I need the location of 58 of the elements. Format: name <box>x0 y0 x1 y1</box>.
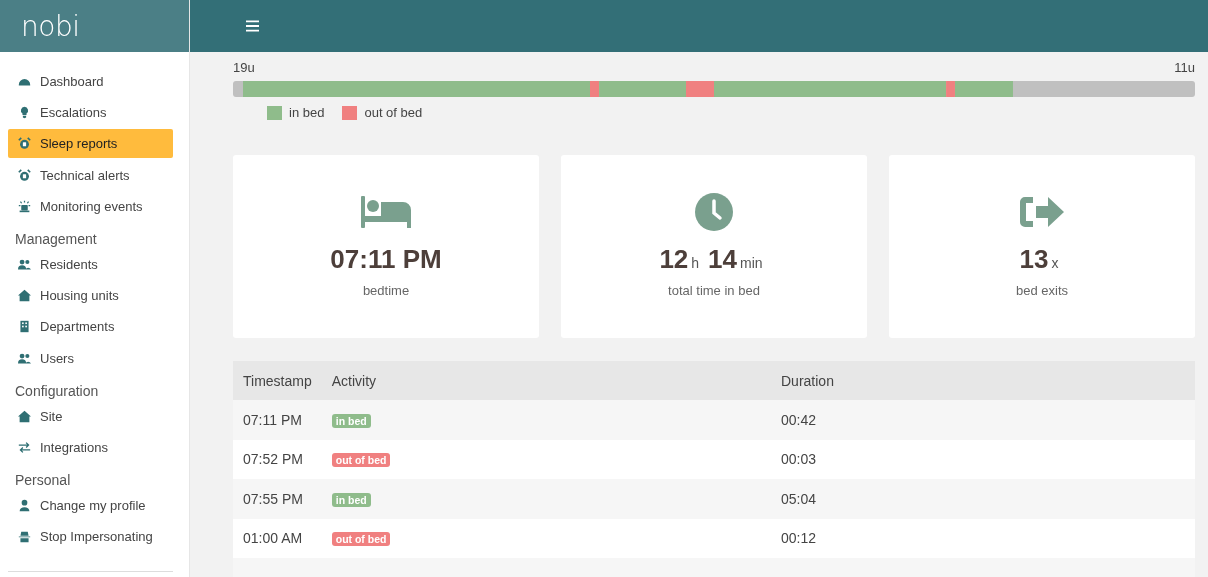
table-cell: 07:11 PM <box>233 400 322 440</box>
activity-badge: out of bed <box>331 532 391 547</box>
sidebar-item[interactable]: Users <box>8 343 173 373</box>
sidebar-item[interactable]: Monitoring events <box>8 191 173 221</box>
sidebar-item[interactable]: Residents <box>8 249 173 279</box>
column-header: Timestamp <box>233 361 322 400</box>
section-heading: Personal <box>14 471 72 491</box>
table-cell: 01:00 AM <box>233 518 322 558</box>
stat-caption: bedtime <box>362 283 410 298</box>
stat-unit: h <box>691 255 700 271</box>
siren-icon <box>18 199 31 213</box>
home-icon <box>18 409 31 423</box>
sidebar-item[interactable]: Integrations <box>8 432 173 462</box>
stat-unit: min <box>740 255 763 271</box>
table-cell: 00:42 <box>771 400 1195 440</box>
stat-value: 07:11 PM <box>330 244 442 275</box>
table-cell: 00:03 <box>771 439 1195 479</box>
table-cell: 07:52 PM <box>233 439 322 479</box>
sidebar-item[interactable]: Stop Impersonating <box>8 522 173 552</box>
house-icon <box>18 289 31 303</box>
stat-unit: x <box>1051 255 1059 271</box>
building-icon <box>18 320 31 334</box>
section-heading: Configuration <box>14 381 100 401</box>
table-cell: 00:12 <box>771 518 1195 558</box>
sidebar-item[interactable]: Dashboard <box>8 67 173 96</box>
legend-label: out of bed <box>364 105 423 120</box>
menu-icon[interactable] <box>246 20 259 32</box>
stat-caption: bed exits <box>1015 283 1068 298</box>
sidebar-item[interactable]: Departments <box>8 312 173 342</box>
table-cell: 05:04 <box>771 479 1195 519</box>
legend-label: in bed <box>289 105 325 120</box>
timeline-start-label: 19u <box>233 60 255 75</box>
stat-caption: total time in bed <box>668 283 760 298</box>
stat-value: 13 <box>1019 244 1049 275</box>
sidebar-item[interactable]: Escalations <box>8 98 173 128</box>
stat-value: 12 <box>659 244 689 275</box>
section-heading: Management <box>14 229 98 249</box>
stat-value: 14 <box>708 244 738 275</box>
logo: nobi <box>21 9 80 43</box>
people-icon <box>18 257 31 271</box>
sidebar-item[interactable]: Site <box>8 401 173 431</box>
activity-badge: out of bed <box>331 453 391 468</box>
column-header: Activity <box>321 361 771 400</box>
table-cell: 07:55 PM <box>233 479 322 519</box>
sidebar-item[interactable]: Housing units <box>8 281 173 311</box>
sidebar-item[interactable]: Sleep reports <box>8 129 173 159</box>
sidebar-item[interactable]: Technical alerts <box>8 160 173 190</box>
user-icon <box>18 499 31 513</box>
activity-badge: in bed <box>331 413 371 428</box>
bulb-icon <box>18 106 31 120</box>
column-header: Duration <box>771 361 1195 400</box>
swap-icon <box>18 440 31 454</box>
alarm-icon <box>18 137 31 151</box>
timeline-end-label: 11u <box>1174 60 1195 75</box>
activity-badge: in bed <box>331 492 371 507</box>
alarm-alert-icon <box>18 168 31 182</box>
group-icon <box>18 351 31 365</box>
sidebar-item[interactable]: Change my profile <box>8 491 173 521</box>
